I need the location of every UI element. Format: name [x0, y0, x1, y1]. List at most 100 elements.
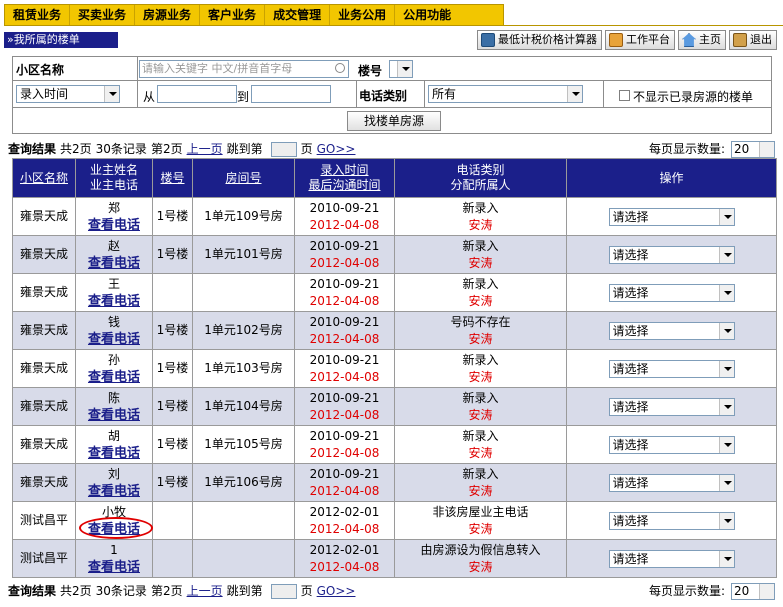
- per-page-value: 20: [734, 141, 750, 156]
- action-select[interactable]: 请选择: [608, 321, 735, 340]
- action-select[interactable]: 请选择: [608, 359, 735, 378]
- view-phone-link[interactable]: 查看电话: [76, 369, 152, 386]
- view-phone-link[interactable]: 查看电话: [76, 331, 152, 348]
- view-phone-link[interactable]: 查看电话: [76, 255, 152, 272]
- cell-room: 1单元104号房: [192, 387, 295, 426]
- sort-field-select[interactable]: 录入时间: [16, 85, 120, 103]
- date-to-input[interactable]: [251, 85, 331, 103]
- table-row: 雍景天成王查看电话 2010-09-21 2012-04-08 新录入 安涛 请选择: [12, 273, 777, 312]
- table-row: 雍景天成胡查看电话 1号楼 1单元105号房 2010-09-21 2012-04-08…: [12, 425, 777, 464]
- community-label: 小区名称: [16, 63, 65, 77]
- view-phone-link[interactable]: 查看电话: [76, 521, 152, 538]
- action-select[interactable]: 请选择: [608, 473, 735, 492]
- page-number-input[interactable]: [270, 141, 297, 157]
- action-select[interactable]: 请选择: [608, 511, 735, 530]
- workbench-button[interactable]: 工作平台: [605, 30, 675, 50]
- assignee: 安涛: [468, 559, 493, 574]
- entry-time: 2010-09-21: [309, 466, 380, 481]
- go-link[interactable]: GO>>: [317, 582, 356, 600]
- assignee: 安涛: [468, 255, 493, 270]
- to-label: 到: [237, 90, 250, 104]
- menu-item[interactable]: 房源业务: [135, 5, 201, 25]
- entry-time: 2012-02-01: [309, 542, 380, 557]
- cell-community: 雍景天成: [12, 463, 76, 502]
- col-time[interactable]: 录入时间 最后沟通时间: [294, 158, 395, 198]
- view-phone-link[interactable]: 查看电话: [76, 559, 152, 576]
- action-select[interactable]: 请选择: [608, 245, 735, 264]
- table-row: 雍景天成赵查看电话 1号楼 1单元101号房 2010-09-21 2012-04-08…: [12, 235, 777, 274]
- current-page: 第2页: [150, 584, 183, 598]
- last-contact-time: 2012-04-08: [309, 445, 380, 460]
- phone-type: 新录入: [462, 200, 499, 215]
- col-room[interactable]: 房间号: [192, 158, 295, 198]
- menu-item[interactable]: 成交管理: [265, 5, 331, 25]
- cell-time: 2012-02-01 2012-04-08: [294, 539, 395, 578]
- cell-building: 1号楼: [152, 425, 193, 464]
- owner-name: 郑: [107, 200, 120, 215]
- view-phone-link[interactable]: 查看电话: [76, 483, 152, 500]
- phone-type-select[interactable]: 所有: [428, 85, 583, 103]
- phone-type: 新录入: [462, 276, 499, 291]
- view-phone-link[interactable]: 查看电话: [76, 293, 152, 310]
- table-row: 雍景天成刘查看电话 1号楼 1单元106号房 2010-09-21 2012-04-08…: [12, 463, 777, 502]
- cell-owner: 1 查看电话: [75, 539, 153, 578]
- community-placeholder: 请输入关键字 中文/拼音首字母: [142, 62, 293, 75]
- cell-time: 2012-02-01 2012-04-08: [294, 501, 395, 540]
- entry-time: 2012-02-01: [309, 504, 380, 519]
- cell-owner: 胡查看电话: [75, 425, 153, 464]
- prev-page-link[interactable]: 上一页: [187, 582, 223, 600]
- prev-page-link[interactable]: 上一页: [187, 140, 223, 158]
- action-select[interactable]: 请选择: [608, 283, 735, 302]
- col-building[interactable]: 楼号: [152, 158, 193, 198]
- menu-item[interactable]: 客户业务: [200, 5, 266, 25]
- view-phone-link[interactable]: 查看电话: [76, 407, 152, 424]
- phone-type: 号码不存在: [450, 314, 511, 329]
- menu-item[interactable]: 业务公用: [330, 5, 396, 25]
- action-select[interactable]: 请选择: [608, 549, 735, 568]
- phone-type-value: 所有: [432, 87, 457, 101]
- action-select[interactable]: 请选择: [608, 207, 735, 226]
- cell-phone-type: 新录入 安涛: [394, 349, 567, 388]
- go-link[interactable]: GO>>: [317, 140, 356, 158]
- from-label: 从: [143, 90, 156, 104]
- action-select[interactable]: 请选择: [608, 397, 735, 416]
- record-count: 30条记录: [95, 142, 147, 156]
- per-page-select[interactable]: 20: [731, 582, 775, 600]
- action-select[interactable]: 请选择: [608, 435, 735, 454]
- cell-time: 2010-09-21 2012-04-08: [294, 463, 395, 502]
- cell-building: 1号楼: [152, 387, 193, 426]
- search-button[interactable]: 找楼单房源: [347, 111, 441, 131]
- exit-button[interactable]: 退出: [729, 30, 777, 50]
- phone-type-label: 电话类别: [359, 89, 408, 103]
- cell-building: 1号楼: [152, 235, 193, 274]
- menu-item[interactable]: 公用功能: [395, 5, 459, 25]
- tax-calculator-button[interactable]: 最低计税价格计算器: [477, 30, 602, 50]
- chevron-down-icon: [759, 583, 774, 599]
- cell-room: [192, 539, 295, 578]
- pager-bottom: 查询结果 共2页 30条记录 第2页 上一页 跳到第 页 GO>>: [8, 582, 359, 600]
- hide-listed-checkbox[interactable]: [619, 90, 630, 101]
- current-page: 第2页: [150, 142, 183, 156]
- building-select[interactable]: [389, 60, 413, 78]
- cell-phone-type: 非该房屋业主电话 安涛: [394, 501, 567, 540]
- top-navigation: 租赁业务 买卖业务 房源业务 客户业务 成交管理 业务公用 公用功能: [0, 0, 783, 28]
- page-number-input[interactable]: [270, 583, 297, 599]
- table-row: 雍景天成郑查看电话 1号楼 1单元109号房 2010-09-21 2012-04-08…: [12, 197, 777, 236]
- menu-item[interactable]: 买卖业务: [70, 5, 136, 25]
- exit-icon: [733, 33, 747, 47]
- community-search-input[interactable]: 请输入关键字 中文/拼音首字母: [139, 60, 349, 78]
- assignee: 安涛: [468, 293, 493, 308]
- table-row: 测试昌平 小牧 查看电话 2012-02-01 2012-04-08 非该房屋业主电话 安涛…: [12, 501, 777, 540]
- view-phone-link[interactable]: 查看电话: [76, 445, 152, 462]
- view-phone-link[interactable]: 查看电话: [76, 217, 152, 234]
- cell-community: 雍景天成: [12, 197, 76, 236]
- cell-community: 雍景天成: [12, 425, 76, 464]
- home-button[interactable]: 主页: [678, 30, 726, 50]
- entry-time: 2010-09-21: [309, 238, 380, 253]
- results-table: 小区名称 业主姓名 业主电话 楼号 房间号 录入时间 最后沟通时间 电话类别 分配所属…: [12, 158, 777, 578]
- date-from-input[interactable]: [157, 85, 237, 103]
- per-page-select[interactable]: 20: [731, 140, 775, 158]
- col-community[interactable]: 小区名称: [12, 158, 76, 198]
- toolbar: 最低计税价格计算器 工作平台 主页 退出: [477, 30, 777, 50]
- menu-item[interactable]: 租赁业务: [5, 5, 71, 25]
